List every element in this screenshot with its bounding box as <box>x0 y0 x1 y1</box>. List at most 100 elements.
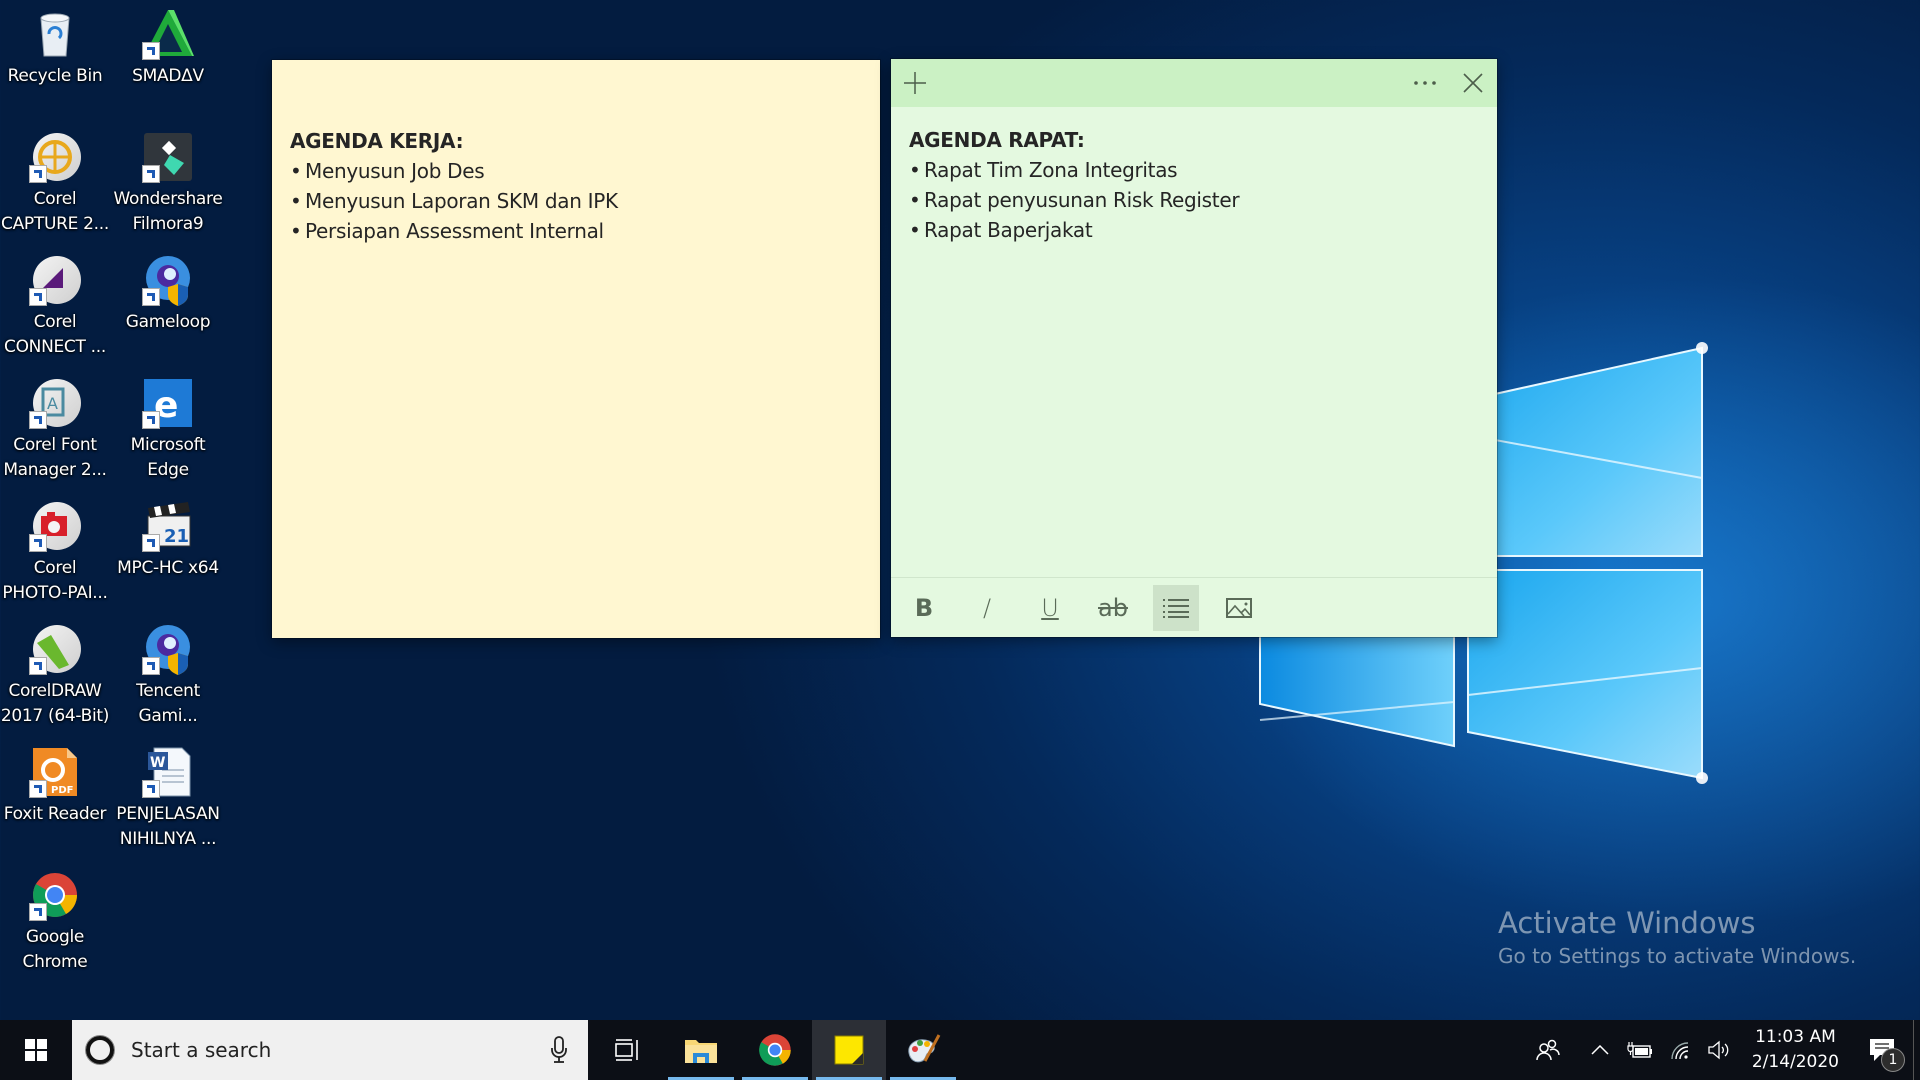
clock[interactable]: 11:03 AM 2/14/2020 <box>1740 1025 1851 1075</box>
watermark-title: Activate Windows <box>1498 906 1756 940</box>
desktop-icon-recycle-bin[interactable]: Recycle Bin <box>0 4 110 89</box>
watermark-subtitle: Go to Settings to activate Windows. <box>1498 944 1857 968</box>
desktop-icon-corel-font-manager[interactable]: A Corel Font Manager 2... <box>0 373 110 483</box>
note-menu-button[interactable] <box>1401 59 1449 107</box>
svg-text:PDF: PDF <box>51 785 73 796</box>
smadav-icon <box>142 8 194 60</box>
italic-button[interactable]: / <box>964 585 1010 631</box>
desktop-icon-tencent-gaming[interactable]: Tencent Gami... <box>113 619 223 729</box>
svg-text:W: W <box>150 755 165 771</box>
svg-text:21: 21 <box>164 526 189 547</box>
italic-icon: / <box>982 593 992 622</box>
notification-count-badge: 1 <box>1881 1048 1905 1072</box>
corel-connect-icon <box>29 254 81 306</box>
desktop-icon-corel-photo-paint[interactable]: Corel PHOTO-PAI... <box>0 496 110 606</box>
coreldraw-icon <box>29 623 81 675</box>
taskbar-file-explorer[interactable] <box>664 1020 738 1080</box>
desktop-icon-corel-connect[interactable]: Corel CONNECT ... <box>0 250 110 360</box>
sticky-notes-icon <box>834 1035 864 1065</box>
more-icon <box>1414 81 1436 85</box>
sticky-note-green[interactable]: AGENDA RAPAT: • Rapat Tim Zona Integritas… <box>891 59 1497 637</box>
bold-button[interactable]: B <box>901 585 947 631</box>
formatting-toolbar: B / U ab <box>891 577 1497 637</box>
insert-image-button[interactable] <box>1216 585 1262 631</box>
chrome-icon <box>759 1034 791 1066</box>
plus-icon <box>904 72 926 94</box>
note-title: AGENDA KERJA: <box>290 129 464 153</box>
note-title: AGENDA RAPAT: <box>909 128 1085 152</box>
show-desktop-button[interactable] <box>1913 1020 1920 1080</box>
action-center-button[interactable]: 1 <box>1851 1020 1913 1080</box>
chrome-icon <box>29 869 81 921</box>
desktop-icon-word-document[interactable]: W PENJELASAN NIHILNYA ... <box>113 742 223 852</box>
gameloop-icon <box>142 254 194 306</box>
mpc-hc-icon: 21 <box>142 500 194 552</box>
activate-windows-watermark: Activate Windows Go to Settings to activ… <box>1498 905 1856 971</box>
taskbar-google-chrome[interactable] <box>738 1020 812 1080</box>
sticky-note-yellow[interactable]: AGENDA KERJA: • Menyusun Job Des • Menyusu… <box>272 60 880 638</box>
desktop-icon-corel-capture[interactable]: Corel CAPTURE 2... <box>0 127 110 237</box>
battery-button[interactable] <box>1620 1020 1660 1080</box>
search-placeholder: Start a search <box>131 1038 272 1062</box>
taskbar-sticky-notes[interactable] <box>812 1020 886 1080</box>
close-note-button[interactable] <box>1449 59 1497 107</box>
note-header[interactable] <box>891 59 1497 107</box>
show-hidden-icons-button[interactable] <box>1580 1020 1620 1080</box>
strikethrough-icon: ab <box>1098 593 1128 622</box>
people-button[interactable] <box>1528 1020 1568 1080</box>
desktop-icon-mpc-hc[interactable]: 21 MPC-HC x64 <box>113 496 223 581</box>
volume-icon <box>1708 1040 1729 1060</box>
taskbar: Start a search 11:03 AM 2/14/2020 1 <box>0 1020 1920 1080</box>
chevron-up-icon <box>1591 1045 1609 1055</box>
desktop-icon-foxit-reader[interactable]: PDF Foxit Reader <box>0 742 110 827</box>
desktop-icon-filmora[interactable]: Wondershare Filmora9 <box>113 127 223 237</box>
bulleted-list-icon <box>1163 598 1189 618</box>
add-note-button[interactable] <box>891 59 939 107</box>
note-list-item: • Rapat Baperjakat <box>909 218 1093 242</box>
desktop-icon-edge[interactable]: e Microsoft Edge <box>113 373 223 483</box>
word-document-icon: W <box>142 746 194 798</box>
edge-icon: e <box>142 377 194 429</box>
svg-text:A: A <box>47 394 58 413</box>
windows-logo-icon <box>25 1039 47 1061</box>
note-list-item: • Menyusun Laporan SKM dan IPK <box>290 189 618 213</box>
tencent-gaming-icon <box>142 623 194 675</box>
battery-charging-icon <box>1627 1042 1652 1058</box>
start-button[interactable] <box>0 1020 72 1080</box>
underline-button[interactable]: U <box>1027 585 1073 631</box>
search-input[interactable]: Start a search <box>72 1020 588 1080</box>
microphone-icon[interactable] <box>550 1036 568 1064</box>
foxit-reader-icon: PDF <box>29 746 81 798</box>
note-content[interactable]: AGENDA RAPAT: • Rapat Tim Zona Integritas… <box>891 107 1497 245</box>
corel-photo-paint-icon <box>29 500 81 552</box>
note-list-item: • Rapat penyusunan Risk Register <box>909 188 1240 212</box>
bold-icon: B <box>914 593 934 622</box>
clock-time: 11:03 AM <box>1755 1027 1836 1047</box>
close-icon <box>1463 73 1483 93</box>
task-view-icon <box>615 1039 638 1061</box>
cortana-icon <box>86 1036 114 1064</box>
people-icon <box>1536 1039 1560 1061</box>
system-tray: 11:03 AM 2/14/2020 1 <box>1528 1020 1920 1080</box>
strikethrough-button[interactable]: ab <box>1090 585 1136 631</box>
clock-date: 2/14/2020 <box>1751 1052 1839 1072</box>
paint-palette-icon <box>908 1034 941 1063</box>
desktop-icon-gameloop[interactable]: Gameloop <box>113 250 223 335</box>
note-list-item: • Persiapan Assessment Internal <box>290 219 604 243</box>
filmora-icon <box>142 131 194 183</box>
recycle-bin-icon <box>29 8 81 60</box>
image-icon <box>1226 597 1252 618</box>
volume-button[interactable] <box>1700 1020 1740 1080</box>
note-list-item: • Rapat Tim Zona Integritas <box>909 158 1178 182</box>
note-content[interactable]: AGENDA KERJA: • Menyusun Job Des • Menyusu… <box>272 60 880 246</box>
desktop-icon-coreldraw[interactable]: CorelDRAW 2017 (64-Bit) <box>0 619 110 729</box>
taskbar-paint[interactable] <box>886 1020 960 1080</box>
wifi-icon <box>1671 1042 1688 1060</box>
bullets-button[interactable] <box>1153 584 1199 631</box>
corel-font-manager-icon: A <box>29 377 81 429</box>
desktop-icon-smadav[interactable]: SMADΔV <box>113 4 223 89</box>
network-button[interactable] <box>1660 1020 1700 1080</box>
task-view-button[interactable] <box>590 1020 664 1080</box>
underline-icon: U <box>1041 593 1059 622</box>
desktop-icon-google-chrome[interactable]: Google Chrome <box>0 865 110 975</box>
